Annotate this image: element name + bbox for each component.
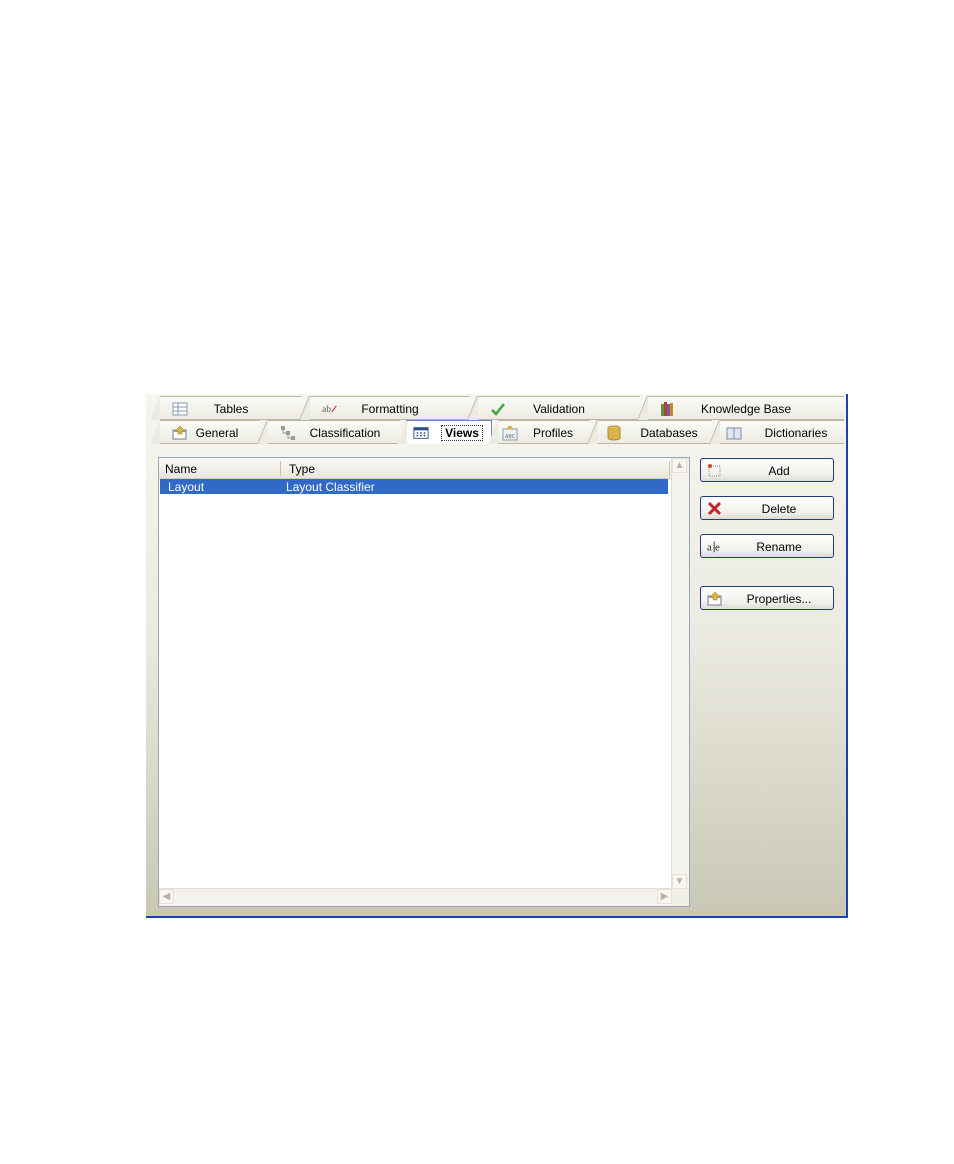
views-panel: Name Type Layout Layout Classifier ▲ ▼ ◀… [152,443,842,913]
tab-dictionaries[interactable]: Dictionaries [710,420,844,444]
tab-label: Validation [533,402,585,416]
view-icon [413,427,429,439]
tab-knowledge-base[interactable]: Knowledge Base [638,396,844,420]
column-header-name[interactable]: Name [165,462,197,476]
tab-label: Tables [213,402,249,416]
table-row[interactable]: Layout Layout Classifier [160,479,668,494]
tab-classification[interactable]: Classification [258,420,400,444]
tab-views[interactable]: Views [397,420,492,444]
tab-label: Views [441,425,483,441]
delete-button-label: Delete [761,502,797,516]
rename-button[interactable]: a e Rename [700,534,834,558]
svg-text:e: e [715,543,720,554]
tab-row-top: Tables ab Formatting Validation Knowledg… [146,396,846,420]
tab-profiles[interactable]: ABC Profiles [488,420,590,444]
views-list[interactable]: Name Type Layout Layout Classifier ▲ ▼ ◀… [158,457,690,907]
add-button-label: Add [768,464,790,478]
add-icon [708,464,721,477]
properties-icon [707,591,722,606]
row-name-cell: Layout [168,480,205,494]
scroll-left-button[interactable]: ◀ [159,889,174,904]
tab-tables[interactable]: Tables [150,396,302,420]
tab-label: Formatting [361,402,419,416]
add-button[interactable]: Add [700,458,834,482]
tab-label: Databases [640,426,698,440]
tab-validation[interactable]: Validation [468,396,640,420]
database-icon [607,425,621,441]
list-header: Name Type [159,458,672,479]
properties-button[interactable]: Properties... [700,586,834,610]
scroll-up-button[interactable]: ▲ [672,458,687,473]
tab-databases[interactable]: Databases [588,420,712,444]
column-header-type[interactable]: Type [289,462,315,476]
delete-icon [707,501,722,516]
svg-text:ABC: ABC [505,434,516,440]
rename-icon: a e [707,541,720,554]
svg-text:a: a [707,543,712,554]
row-type-cell: Layout Classifier [286,480,375,494]
rename-button-label: Rename [756,540,802,554]
tab-formatting[interactable]: ab Formatting [300,396,470,420]
scroll-right-button[interactable]: ▶ [657,889,672,904]
properties-button-label: Properties... [746,592,812,606]
tab-label: Dictionaries [764,426,828,440]
scroll-down-button[interactable]: ▼ [672,874,687,889]
dictionary-icon [726,427,742,440]
scrollbar-corner [672,889,689,906]
horizontal-scrollbar[interactable]: ◀ ▶ [159,888,672,906]
delete-button[interactable]: Delete [700,496,834,520]
vertical-scrollbar[interactable]: ▲ ▼ [671,458,689,889]
tab-label: Knowledge Base [700,402,792,416]
tab-label: General [195,426,239,440]
tab-row-bottom: General Classification Views ABC Profile… [146,420,846,444]
tab-label: Profiles [532,426,573,440]
tab-general[interactable]: General [150,420,260,444]
tab-label: Classification [309,426,381,440]
views-dialog: Tables ab Formatting Validation Knowledg… [146,394,848,918]
